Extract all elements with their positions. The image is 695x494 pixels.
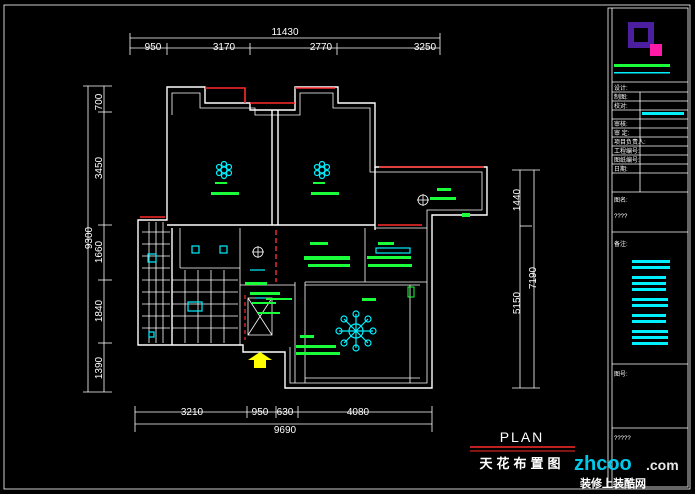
field-label: 工程编号: bbox=[614, 147, 640, 155]
chandelier-icon bbox=[215, 160, 233, 180]
dim-left-seg-1: 700 bbox=[94, 93, 105, 110]
floor-plan bbox=[137, 86, 488, 389]
plan-title-main: PLAN bbox=[500, 429, 545, 445]
notes-lines bbox=[632, 260, 670, 345]
bottom-dimensions: 3210 950 630 4080 9690 bbox=[134, 406, 433, 436]
entrance-arrow-icon bbox=[248, 352, 272, 368]
dim-right-total: 7190 bbox=[528, 266, 539, 289]
site-watermark: zhcoo .com 装修上装酷网 bbox=[574, 453, 679, 490]
field-label: 图纸编号: bbox=[614, 156, 640, 164]
field-label: 审 定: bbox=[614, 129, 630, 137]
ceiling-plan-drawing: 11430 950 3170 2770 3250 9300 700 3450 1… bbox=[3, 4, 691, 490]
drawing-no-value: ????? bbox=[614, 436, 631, 442]
dim-bottom-seg-4: 4080 bbox=[347, 407, 370, 418]
dim-bottom-total: 9690 bbox=[274, 425, 297, 436]
field-label: 日期: bbox=[614, 165, 628, 173]
top-dimensions: 11430 950 3170 2770 3250 bbox=[129, 27, 441, 55]
field-label: 审核: bbox=[614, 120, 628, 128]
dim-top-seg-3: 2770 bbox=[310, 42, 333, 53]
field-label: 制图: bbox=[614, 93, 628, 101]
watermark-brand: zhcoo bbox=[574, 453, 632, 475]
dim-left-seg-3: 1660 bbox=[94, 240, 105, 263]
field-label: 校对: bbox=[614, 102, 628, 110]
drawing-name-value: ???? bbox=[614, 214, 628, 220]
dim-bottom-seg-3: 630 bbox=[277, 407, 294, 418]
right-dimensions: 1440 5150 7190 bbox=[512, 169, 540, 389]
dim-left-seg-5: 1390 bbox=[94, 356, 105, 379]
title-block-fields: 设计: 制图: 校对: 审核: 审 定: 项目负责人: 工程编号: 图纸编号: … bbox=[612, 84, 688, 193]
dim-left-seg-2: 3450 bbox=[94, 156, 105, 179]
bath-light-icon bbox=[191, 245, 200, 254]
ceiling-lamp-icon bbox=[252, 246, 264, 258]
bath-light-icon bbox=[187, 301, 203, 312]
company-logo bbox=[614, 22, 670, 74]
watermark-domain: .com bbox=[646, 457, 679, 473]
title-block: 设计: 制图: 校对: 审核: 审 定: 项目负责人: 工程编号: 图纸编号: … bbox=[607, 7, 689, 488]
dim-bottom-seg-1: 3210 bbox=[181, 407, 204, 418]
ceiling-lamp-icon bbox=[417, 194, 429, 206]
field-label: 设计: bbox=[614, 84, 628, 92]
dim-left-seg-4: 1840 bbox=[94, 299, 105, 322]
bath-light-icon bbox=[219, 245, 228, 254]
notes-label: 备注: bbox=[614, 240, 628, 248]
dim-top-total: 11430 bbox=[271, 27, 299, 38]
dim-top-seg-4: 3250 bbox=[414, 42, 437, 53]
left-dimensions: 9300 700 3450 1660 1840 1390 bbox=[83, 85, 112, 393]
field-label: 项目负责人: bbox=[614, 138, 646, 146]
drawing-no-label: 图号: bbox=[614, 371, 628, 378]
kitchen-light-icon bbox=[375, 247, 411, 254]
dim-top-seg-2: 3170 bbox=[213, 42, 236, 53]
plan-title: PLAN 天花布置图 bbox=[470, 429, 575, 472]
dim-bottom-seg-2: 950 bbox=[252, 407, 269, 418]
chandelier-icon bbox=[313, 160, 331, 180]
watermark-tagline: 装修上装酷网 bbox=[579, 476, 646, 490]
plan-title-sub: 天花布置图 bbox=[479, 456, 564, 472]
bath-light-icon bbox=[148, 331, 155, 338]
dim-top-seg-1: 950 bbox=[145, 42, 162, 53]
drawing-name-label: 图名: bbox=[614, 196, 628, 204]
dim-right-seg-1: 1440 bbox=[512, 188, 523, 211]
dim-right-seg-2: 5150 bbox=[512, 291, 523, 314]
living-room-chandelier-icon bbox=[335, 310, 377, 352]
